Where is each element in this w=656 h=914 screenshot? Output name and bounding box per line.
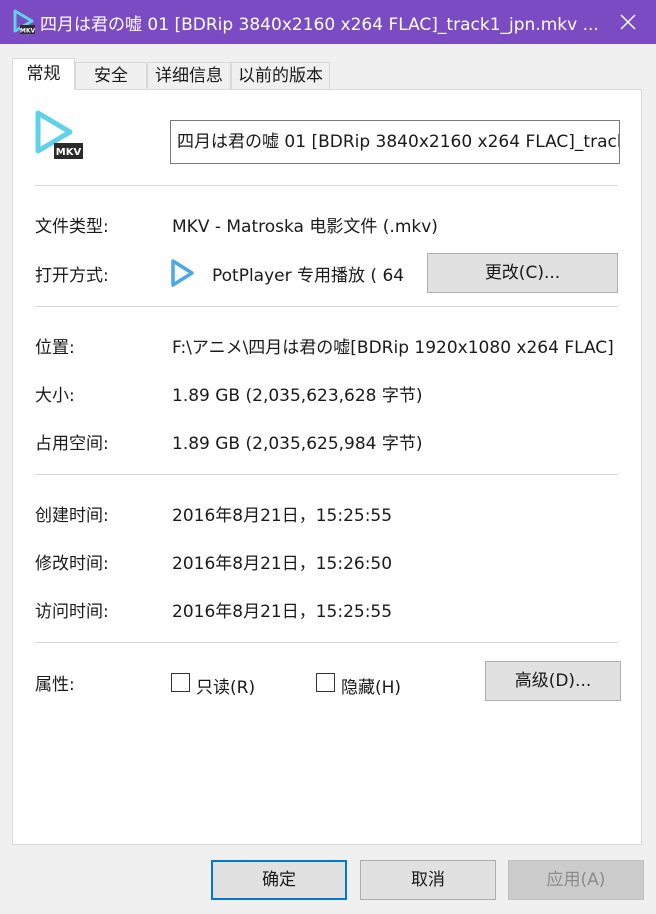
tab-previous-versions[interactable]: 以前的版本 <box>231 62 330 90</box>
divider <box>35 474 618 475</box>
close-button[interactable] <box>612 8 644 36</box>
attributes-label: 属性: <box>35 675 75 695</box>
readonly-checkbox[interactable] <box>171 673 190 692</box>
readonly-label[interactable]: 只读(R) <box>196 673 296 698</box>
advanced-button[interactable]: 高级(D)... <box>485 661 621 701</box>
window-title: 四月は君の嘘 01 [BDRip 3840x2160 x264 FLAC]_tr… <box>40 15 599 35</box>
accessed-label: 访问时间: <box>35 602 109 622</box>
file-type-value: MKV - Matroska 电影文件 (.mkv) <box>172 217 438 237</box>
hidden-checkbox[interactable] <box>316 673 335 692</box>
tab-details[interactable]: 详细信息 <box>147 62 231 90</box>
modified-value: 2016年8月21日，15:26:50 <box>172 554 393 574</box>
close-icon <box>620 14 636 30</box>
divider <box>35 642 618 643</box>
modified-label: 修改时间: <box>35 554 109 574</box>
file-type-label: 文件类型: <box>35 217 109 237</box>
created-value: 2016年8月21日，15:25:55 <box>172 506 393 526</box>
file-name-input[interactable]: 四月は君の嘘 01 [BDRip 3840x2160 x264 FLAC]_tr… <box>170 120 620 164</box>
size-on-disk-value: 1.89 GB (2,035,625,984 字节) <box>172 434 423 454</box>
ok-button[interactable]: 确定 <box>211 860 347 900</box>
opens-with-value: PotPlayer 专用播放 ( 64 <box>212 266 405 286</box>
change-button[interactable]: 更改(C)... <box>427 253 618 293</box>
general-panel <box>12 89 642 845</box>
mkv-file-icon: MKV <box>35 110 83 159</box>
opens-with-label: 打开方式: <box>35 266 109 286</box>
svg-text:MKV: MKV <box>20 28 36 35</box>
potplayer-icon <box>171 259 194 287</box>
apply-button[interactable]: 应用(A) <box>508 860 644 900</box>
created-label: 创建时间: <box>35 506 109 526</box>
tab-general[interactable]: 常规 <box>12 58 75 90</box>
divider <box>35 185 618 186</box>
location-label: 位置: <box>35 338 75 358</box>
accessed-value: 2016年8月21日，15:25:55 <box>172 602 393 622</box>
mkv-play-icon: MKV <box>13 9 36 35</box>
size-value: 1.89 GB (2,035,623,628 字节) <box>172 386 423 406</box>
divider <box>35 306 618 307</box>
svg-text:MKV: MKV <box>56 147 82 158</box>
tab-security[interactable]: 安全 <box>75 62 147 90</box>
title-bar: MKV 四月は君の嘘 01 [BDRip 3840x2160 x264 FLAC… <box>0 0 656 44</box>
size-on-disk-label: 占用空间: <box>35 434 109 454</box>
size-label: 大小: <box>35 386 75 406</box>
location-value[interactable]: F:\アニメ\四月は君の嘘[BDRip 1920x1080 x264 FLAC] <box>172 333 622 358</box>
cancel-button[interactable]: 取消 <box>360 860 496 900</box>
hidden-label[interactable]: 隐藏(H) <box>341 673 441 698</box>
